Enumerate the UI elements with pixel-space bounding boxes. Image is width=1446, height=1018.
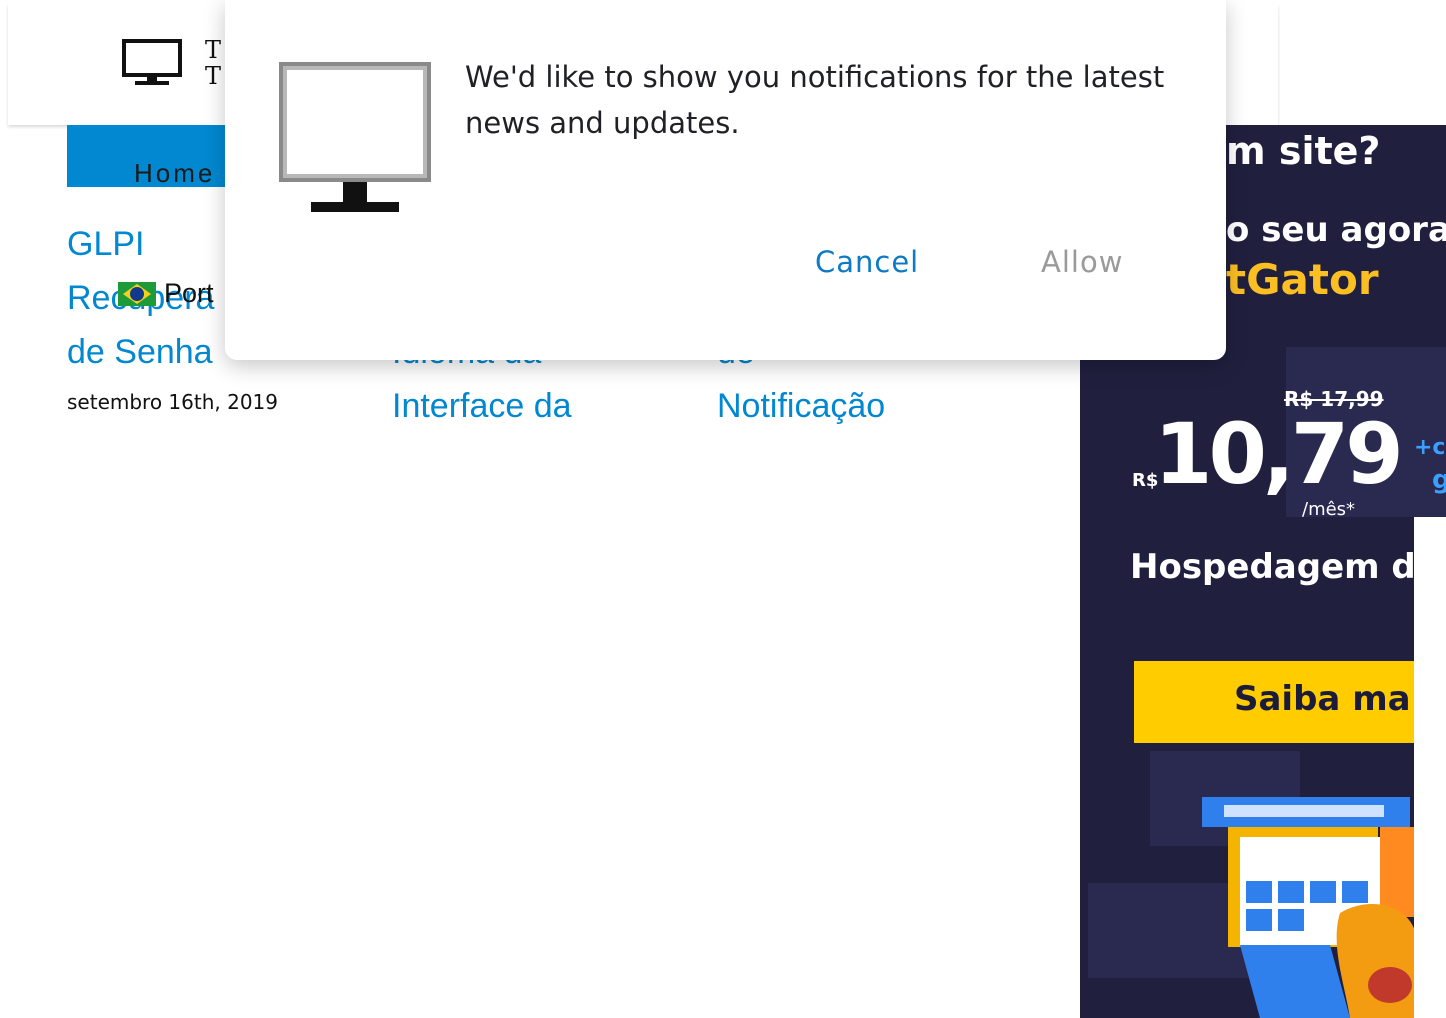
post-title-line[interactable]: GLPI	[67, 217, 144, 271]
ad-brand: tGator	[1226, 255, 1379, 304]
ad-per-month: /mês*	[1302, 499, 1356, 520]
page-background-strip	[1414, 517, 1446, 1018]
ad-cta-label: Saiba ma	[1234, 679, 1411, 719]
allow-button[interactable]: Allow	[1041, 245, 1123, 279]
post-title-line[interactable]: de Senha	[67, 325, 213, 379]
nav-home-link[interactable]: Home	[134, 158, 215, 189]
notification-permission-dialog: We'd like to show you notifications for …	[225, 0, 1226, 360]
ad-price: 10,79	[1154, 405, 1404, 503]
language-selector-label[interactable]: Port	[164, 278, 214, 309]
monitor-icon	[279, 62, 431, 212]
post-title-line[interactable]: Notificação	[717, 379, 885, 433]
ad-headline-2: o seu agora	[1226, 210, 1446, 250]
ad-website-mascot-icon	[1202, 797, 1416, 1018]
ad-hosting-title: Hospedagem d	[1130, 547, 1416, 587]
monitor-logo-icon[interactable]	[121, 38, 183, 86]
ad-extra-a: +c	[1414, 435, 1446, 460]
post-date: setembro 16th, 2019	[67, 390, 279, 414]
site-logo-text[interactable]: T T	[205, 37, 221, 89]
cancel-button[interactable]: Cancel	[815, 245, 919, 279]
ad-headline-1: m site?	[1226, 129, 1381, 173]
flag-globe	[130, 287, 144, 301]
dialog-message: We'd like to show you notifications for …	[465, 60, 1165, 140]
post-title-line[interactable]: Interface da	[392, 379, 572, 433]
ad-extra-b: g	[1432, 465, 1446, 495]
ad-cta-button[interactable]: Saiba ma	[1134, 661, 1434, 743]
brazil-flag-icon[interactable]	[118, 282, 156, 306]
